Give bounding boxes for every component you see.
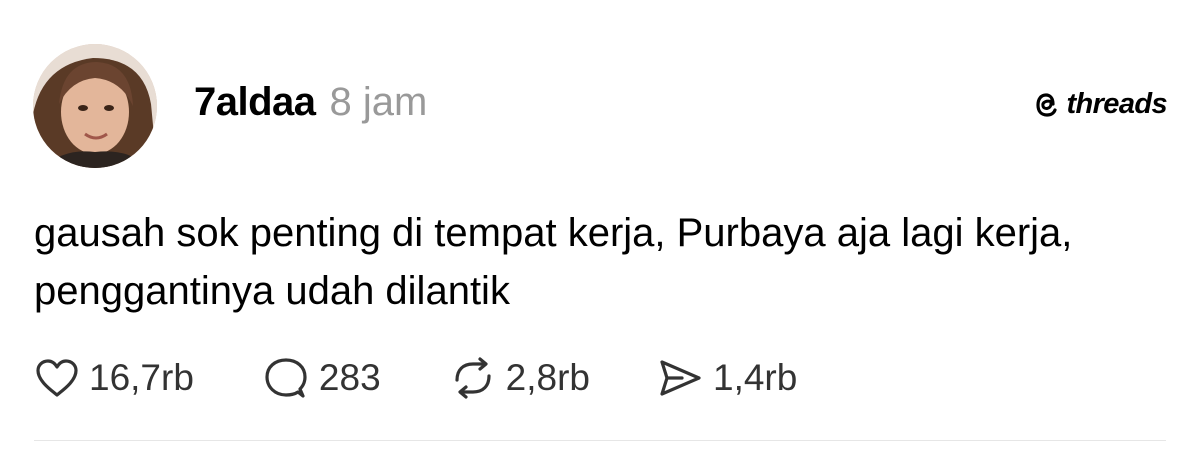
reply-button[interactable]: 283 [262, 356, 381, 400]
heart-icon [34, 357, 80, 399]
post-body: gausah sok penting di tempat kerja, Purb… [34, 211, 1073, 313]
post-actions: 16,7rb 283 2,8rb 1,4rb [34, 355, 797, 401]
repost-button[interactable]: 2,8rb [449, 356, 590, 400]
like-button[interactable]: 16,7rb [34, 357, 194, 399]
avatar-photo [33, 44, 157, 168]
reply-count: 283 [318, 357, 381, 398]
threads-post: 7aldaa 8 jam threads gausah sok penting … [0, 0, 1200, 458]
repost-count: 2,8rb [505, 357, 590, 398]
post-header: 7aldaa 8 jam [194, 80, 427, 125]
threads-wordmark: threads [1066, 88, 1167, 120]
threads-brand: threads [1034, 88, 1168, 121]
threads-logo-icon [1034, 91, 1060, 119]
post-timestamp: 8 jam [329, 80, 428, 124]
share-count: 1,4rb [713, 357, 798, 398]
send-icon [656, 356, 704, 400]
author-avatar[interactable] [33, 44, 157, 168]
share-button[interactable]: 1,4rb [656, 356, 797, 400]
comment-icon [262, 356, 310, 400]
post-divider [34, 440, 1166, 441]
author-username[interactable]: 7aldaa [194, 80, 316, 125]
repost-icon [449, 356, 497, 400]
like-count: 16,7rb [89, 357, 194, 398]
